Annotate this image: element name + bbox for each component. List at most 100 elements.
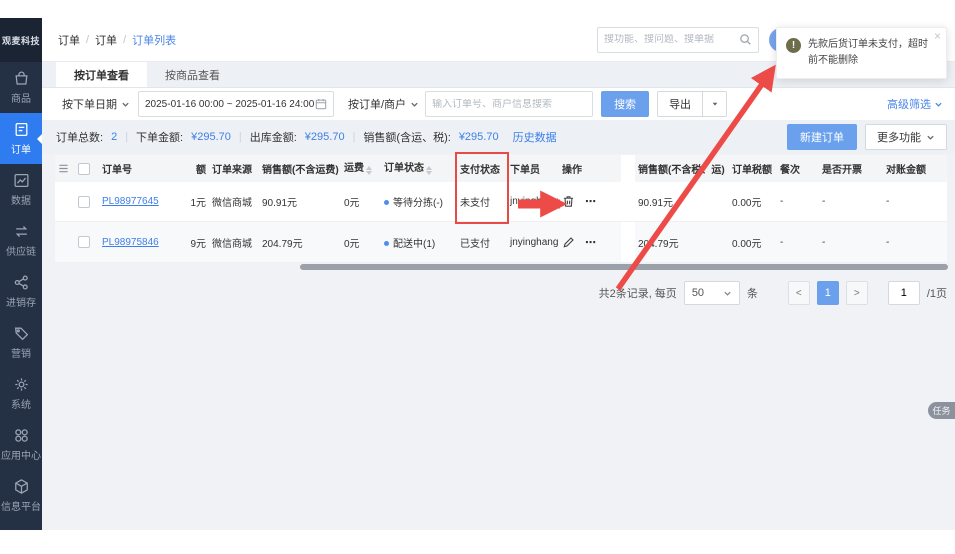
header-reconcile-amount[interactable]: 对账金额 [883, 161, 947, 176]
order-source: 微信商城 [209, 194, 259, 209]
order-link[interactable]: PL98975846 [102, 237, 159, 248]
header-amount-clipped[interactable]: 额 [169, 161, 209, 176]
shipping-fee: 0元 [341, 194, 381, 209]
sidebar-item-data[interactable]: 数据 [0, 164, 42, 215]
sales-no-tax: 204.79元 [635, 235, 729, 250]
header-order-source[interactable]: 订单来源 [209, 161, 259, 176]
delete-icon[interactable] [562, 195, 575, 208]
header-invoiced[interactable]: 是否开票 [819, 161, 883, 176]
sort-icon[interactable] [426, 163, 432, 178]
select-all-cell [75, 163, 99, 175]
sidebar-item-inventory[interactable]: 进销存 [0, 266, 42, 317]
sales-no-tax: 90.91元 [635, 194, 729, 209]
order-amount-label: 下单金额: [136, 129, 183, 145]
sidebar-item-label: 供应链 [6, 243, 36, 258]
export-dropdown-button[interactable] [703, 91, 727, 117]
meal: - [777, 196, 819, 207]
advanced-filter-link[interactable]: 高级筛选 [887, 96, 943, 112]
keyword-input[interactable] [432, 99, 586, 110]
app-grid-icon [13, 427, 30, 444]
sidebar-item-supply-chain[interactable]: 供应链 [0, 215, 42, 266]
keyword-search-box[interactable] [425, 91, 593, 117]
header-operator[interactable]: 下单员 [507, 161, 559, 176]
header-sales-no-tax[interactable]: 销售额(不含税、运) [635, 161, 729, 176]
header-meal[interactable]: 餐次 [777, 161, 819, 176]
divider: | [353, 131, 356, 143]
prev-page-button[interactable]: < [788, 281, 810, 305]
sidebar-item-info-platform[interactable]: 信息平台 [0, 470, 42, 521]
table-header-row: 订单号 额 订单来源 销售额(不含运费) 运费 订单状态 支付状态 下单员 操作… [55, 155, 947, 182]
calendar-icon [315, 98, 327, 110]
column-settings-icon[interactable] [55, 163, 75, 174]
header-sales-no-shipping[interactable]: 销售额(不含运费) [259, 161, 341, 176]
new-order-button[interactable]: 新建订单 [787, 124, 857, 150]
sidebar-item-goods[interactable]: 商品 [0, 62, 42, 113]
next-page-button[interactable]: > [846, 281, 868, 305]
tab-by-product[interactable]: 按商品查看 [147, 62, 238, 87]
header-label: 订单状态 [384, 163, 424, 174]
page-jump-input[interactable] [888, 281, 920, 305]
breadcrumb-orders-2[interactable]: 订单 [95, 32, 117, 48]
cube-icon [13, 478, 30, 495]
more-functions-button[interactable]: 更多功能 [865, 124, 947, 150]
tab-by-order[interactable]: 按订单查看 [56, 62, 147, 87]
header-order-status[interactable]: 订单状态 [381, 159, 457, 178]
pagination: 共2条记录, 每页 50 条 < 1 > /1页 [599, 281, 947, 305]
export-button[interactable]: 导出 [657, 91, 703, 117]
per-page-select[interactable]: 50 [684, 281, 740, 305]
sidebar-item-app-center[interactable]: 应用中心 [0, 419, 42, 470]
sales-amount-value: ¥295.70 [459, 131, 499, 143]
horizontal-scrollbar[interactable] [300, 264, 948, 270]
chart-icon [13, 172, 30, 189]
close-icon[interactable]: × [934, 30, 941, 42]
header-order-no[interactable]: 订单号 [99, 161, 169, 176]
sales-amount-label: 销售额(含运、税): [363, 129, 450, 145]
header-shipping-fee[interactable]: 运费 [341, 159, 381, 178]
invoiced: - [819, 196, 883, 207]
task-side-tab[interactable]: 任务 [928, 402, 955, 419]
header-pay-status[interactable]: 支付状态 [457, 161, 507, 176]
sales-no-shipping: 90.91元 [259, 194, 341, 209]
sidebar-item-marketing[interactable]: 营销 [0, 317, 42, 368]
search-icon[interactable] [739, 33, 752, 46]
chevron-down-icon [121, 100, 130, 109]
global-search-input[interactable] [604, 34, 739, 45]
status-label: 配送中(1) [393, 239, 435, 250]
history-data-link[interactable]: 历史数据 [513, 129, 557, 145]
operator: jnyinghang [507, 237, 559, 248]
row-checkbox[interactable] [78, 196, 90, 208]
app-window: 观麦科技 商品 订单 数据 供应链 进销存 营销 系统 [0, 18, 955, 530]
advanced-filter-label: 高级筛选 [887, 96, 931, 112]
row-checkbox[interactable] [78, 236, 90, 248]
more-actions-icon[interactable]: ⋯ [585, 236, 597, 249]
date-type-label: 按下单日期 [62, 96, 117, 112]
chevron-down-icon [723, 289, 732, 298]
header-label: 运费 [344, 163, 364, 174]
order-link[interactable]: PL98977645 [102, 196, 159, 207]
current-page-button[interactable]: 1 [817, 281, 839, 305]
warning-tooltip-text: 先款后货订单未支付，超时前不能删除 [808, 37, 932, 69]
frozen-column-gap [621, 155, 635, 182]
global-search[interactable] [597, 27, 759, 53]
edit-icon[interactable] [562, 236, 575, 249]
more-actions-icon[interactable]: ⋯ [585, 195, 597, 208]
bag-icon [13, 70, 30, 87]
chevron-down-icon [934, 100, 943, 109]
divider: | [239, 131, 242, 143]
sidebar-item-orders[interactable]: 订单 [0, 113, 42, 164]
tag-icon [13, 325, 30, 342]
order-status: 配送中(1) [381, 235, 457, 250]
select-all-checkbox[interactable] [78, 163, 90, 175]
order-tax: 0.00元 [729, 235, 777, 250]
orders-table: 订单号 额 订单来源 销售额(不含运费) 运费 订单状态 支付状态 下单员 操作… [55, 155, 947, 262]
caret-down-icon [711, 100, 719, 108]
search-button[interactable]: 搜索 [601, 91, 649, 117]
date-type-dropdown[interactable]: 按下单日期 [62, 96, 130, 112]
breadcrumb-orders[interactable]: 订单 [58, 32, 80, 48]
keyword-type-dropdown[interactable]: 按订单/商户 [348, 96, 419, 112]
order-source: 微信商城 [209, 235, 259, 250]
date-range-picker[interactable]: 2025-01-16 00:00 ~ 2025-01-16 24:00 [138, 91, 334, 117]
sort-icon[interactable] [366, 163, 372, 178]
sidebar-item-system[interactable]: 系统 [0, 368, 42, 419]
header-order-tax[interactable]: 订单税额 [729, 161, 777, 176]
